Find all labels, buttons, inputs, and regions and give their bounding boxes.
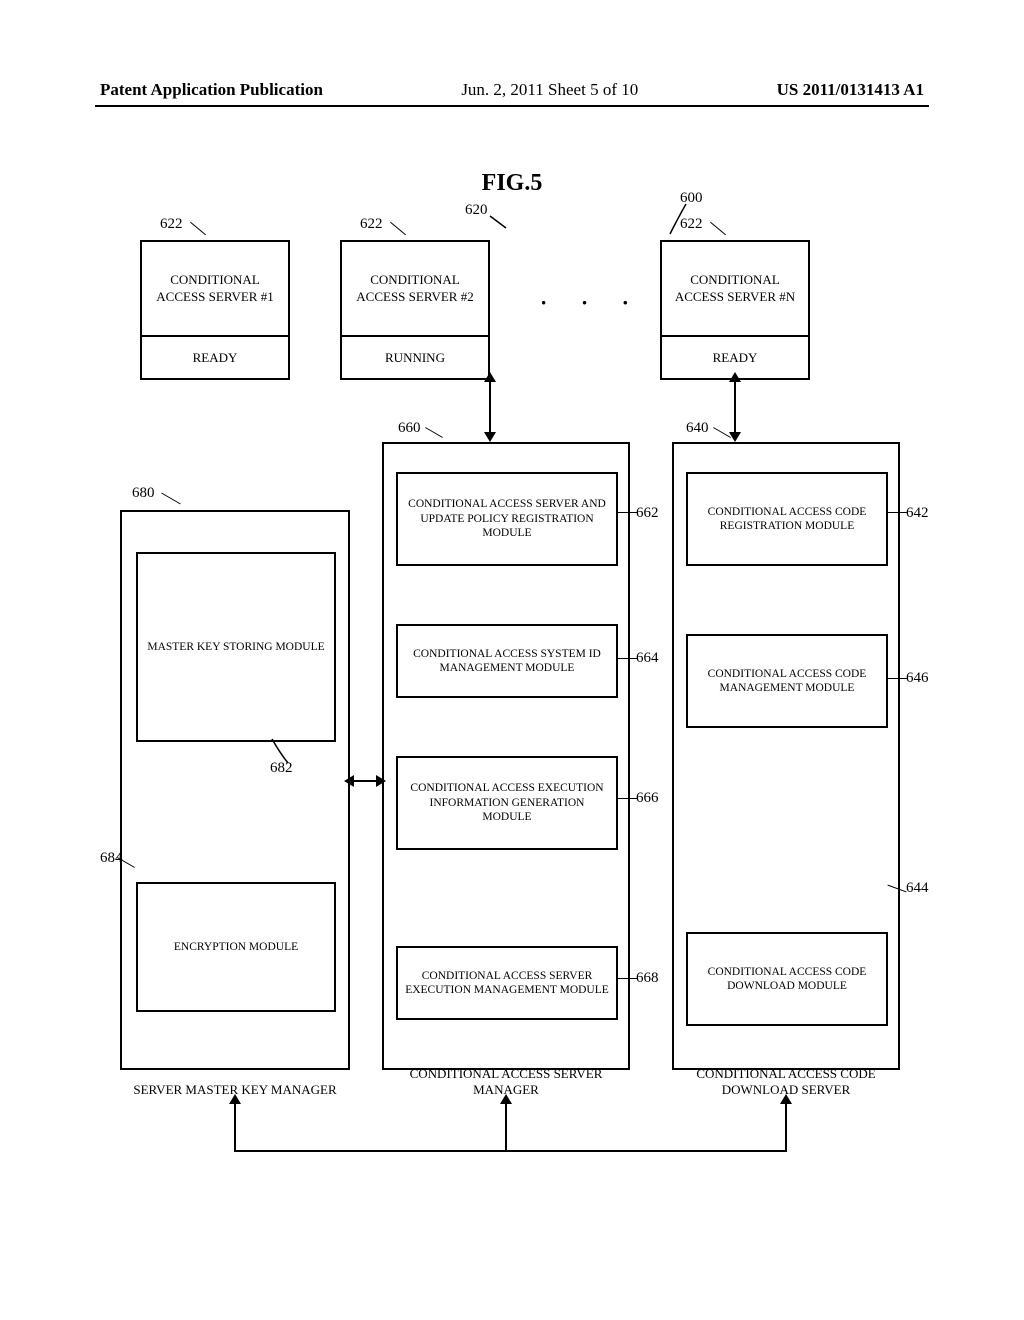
ref-668: 668 (636, 970, 659, 987)
server-1-status: READY (142, 337, 288, 378)
ref-680: 680 (132, 485, 155, 502)
server-ellipsis: · · · (540, 290, 643, 316)
module-684: ENCRYPTION MODULE (136, 882, 336, 1012)
header-center: Jun. 2, 2011 Sheet 5 of 10 (461, 80, 638, 100)
module-644: CONDITIONAL ACCESS CODE DOWNLOAD MODULE (686, 932, 888, 1026)
server-group: CONDITIONAL ACCESS SERVER #1 READY CONDI… (120, 220, 904, 400)
arrowhead-left-680 (344, 775, 354, 787)
leader-682-icon (268, 735, 298, 765)
server-n: CONDITIONAL ACCESS SERVER #N READY (660, 240, 810, 380)
module-682: MASTER KEY STORING MODULE (136, 552, 336, 742)
server-2-title: CONDITIONAL ACCESS SERVER #2 (342, 242, 488, 337)
arrow-660-down (505, 1102, 507, 1152)
header-left: Patent Application Publication (100, 80, 323, 100)
ref-622c: 622 (680, 216, 703, 233)
arrowhead-up-640btm (780, 1094, 792, 1104)
col-660: CONDITIONAL ACCESS SERVER AND UPDATE POL… (382, 442, 630, 1070)
server-1: CONDITIONAL ACCESS SERVER #1 READY (140, 240, 290, 380)
arrow-servers-to-640 (734, 380, 736, 435)
leader-660 (425, 427, 443, 438)
ref-622b: 622 (360, 216, 383, 233)
arrow-640-down (785, 1102, 787, 1152)
leader-680 (161, 493, 181, 505)
ref-660: 660 (398, 420, 421, 437)
ref-620: 620 (465, 202, 488, 219)
server-1-title: CONDITIONAL ACCESS SERVER #1 (142, 242, 288, 337)
ref-666: 666 (636, 790, 659, 807)
leader-664 (617, 658, 637, 659)
module-662: CONDITIONAL ACCESS SERVER AND UPDATE POL… (396, 472, 618, 566)
figure-label: FIG.5 (0, 170, 1024, 197)
ref-664: 664 (636, 650, 659, 667)
leader-646 (887, 678, 907, 679)
col-640: CONDITIONAL ACCESS CODE REGISTRATION MOD… (672, 442, 900, 1070)
col-680: MASTER KEY STORING MODULE ENCRYPTION MOD… (120, 510, 350, 1070)
arrowhead-up-640 (729, 372, 741, 382)
leader-642 (887, 512, 907, 513)
ref-640: 640 (686, 420, 709, 437)
arrowhead-up-660btm (500, 1094, 512, 1104)
arrow-bottom-hconnect (234, 1150, 787, 1152)
ref-622a: 622 (160, 216, 183, 233)
page-header: Patent Application Publication Jun. 2, 2… (0, 80, 1024, 100)
server-n-title: CONDITIONAL ACCESS SERVER #N (662, 242, 808, 337)
module-668: CONDITIONAL ACCESS SERVER EXECUTION MANA… (396, 946, 618, 1020)
ref-662: 662 (636, 505, 659, 522)
diagram-area: 600 620 CONDITIONAL ACCESS SERVER #1 REA… (120, 210, 904, 1210)
ref-644: 644 (906, 880, 929, 897)
arrowhead-up-680 (229, 1094, 241, 1104)
leader-666 (617, 798, 637, 799)
header-rule (95, 105, 929, 107)
module-664: CONDITIONAL ACCESS SYSTEM ID MANAGEMENT … (396, 624, 618, 698)
arrowhead-up-660 (484, 372, 496, 382)
module-646: CONDITIONAL ACCESS CODE MANAGEMENT MODUL… (686, 634, 888, 728)
arrowhead-down-660 (484, 432, 496, 442)
arrow-680-down (234, 1102, 236, 1152)
leader-662 (617, 512, 637, 513)
leader-668 (617, 978, 637, 979)
module-642: CONDITIONAL ACCESS CODE REGISTRATION MOD… (686, 472, 888, 566)
header-right: US 2011/0131413 A1 (777, 80, 924, 100)
module-666: CONDITIONAL ACCESS EXECUTION INFORMATION… (396, 756, 618, 850)
server-2: CONDITIONAL ACCESS SERVER #2 RUNNING (340, 240, 490, 380)
server-2-status: RUNNING (342, 337, 488, 378)
ref-642: 642 (906, 505, 929, 522)
ref-646: 646 (906, 670, 929, 687)
arrowhead-right-660 (376, 775, 386, 787)
arrow-servers-to-660 (489, 380, 491, 435)
